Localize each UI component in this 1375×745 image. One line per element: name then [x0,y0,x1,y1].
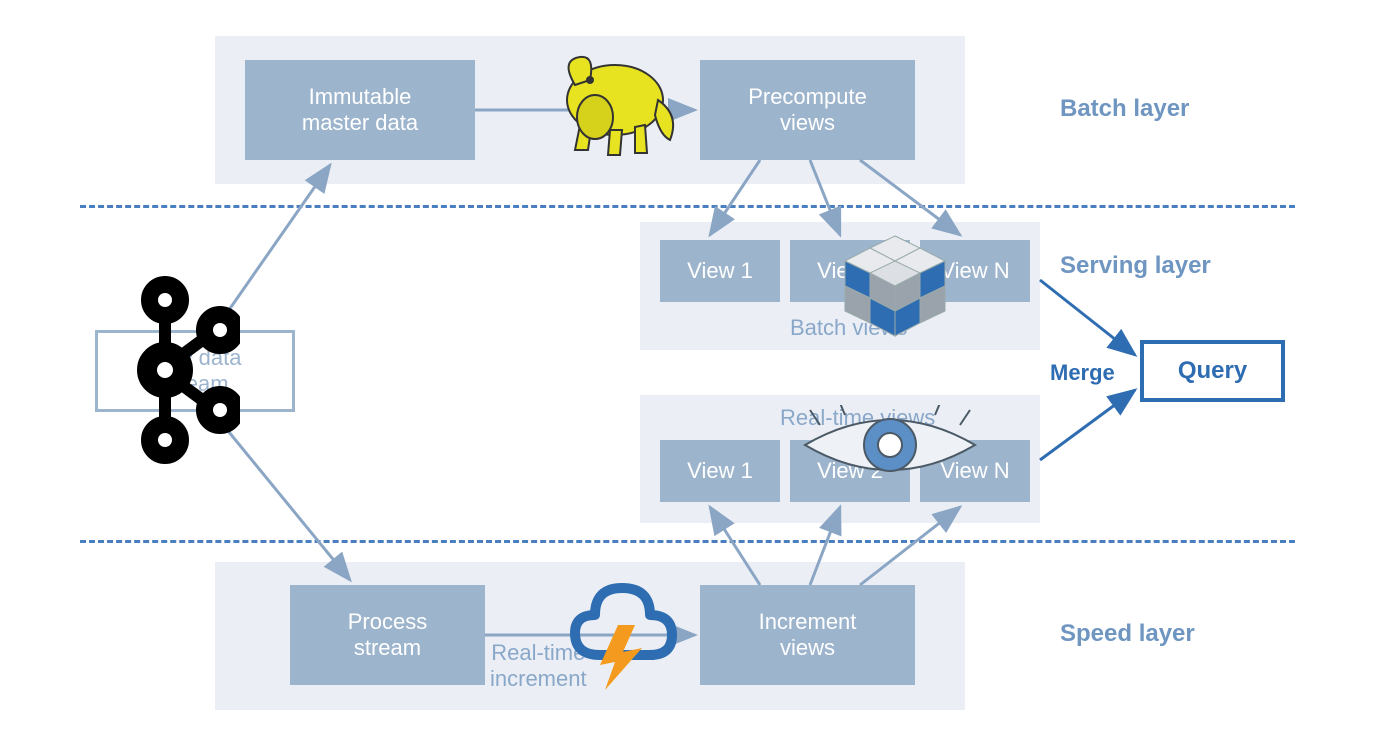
kafka-icon [120,275,240,470]
batch-layer-label: Batch layer [1060,95,1189,123]
precompute-views-box: Precompute views [700,60,915,160]
merge-label: Merge [1050,360,1115,386]
process-stream-box: Process stream [290,585,485,685]
cube-icon [830,228,960,353]
hadoop-icon [540,45,690,170]
rt-view-1-box: View 1 [660,440,780,502]
storm-icon [550,570,690,695]
batch-view-1-box: View 1 [660,240,780,302]
serving-layer-label: Serving layer [1060,252,1211,280]
eye-icon [800,405,980,490]
immutable-master-data-box: Immutable master data [245,60,475,160]
divider-bottom [80,540,1295,543]
divider-top [80,205,1295,208]
query-box: Query [1140,340,1285,402]
increment-views-box: Increment views [700,585,915,685]
speed-layer-label: Speed layer [1060,620,1195,648]
